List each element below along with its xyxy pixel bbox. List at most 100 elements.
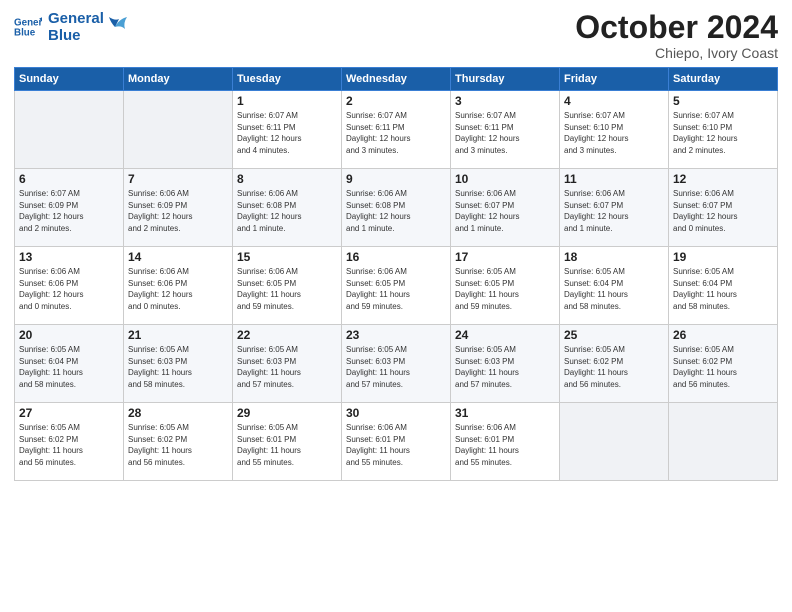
day-number: 15 xyxy=(237,250,337,264)
day-info: Sunrise: 6:05 AM Sunset: 6:03 PM Dayligh… xyxy=(455,344,555,390)
weekday-header-friday: Friday xyxy=(560,68,669,91)
calendar-cell: 13Sunrise: 6:06 AM Sunset: 6:06 PM Dayli… xyxy=(15,247,124,325)
month-title: October 2024 xyxy=(575,10,778,45)
calendar-cell: 16Sunrise: 6:06 AM Sunset: 6:05 PM Dayli… xyxy=(342,247,451,325)
day-number: 3 xyxy=(455,94,555,108)
week-row-1: 6 Sunrise: 6:07 AM Sunset: 6:09 PM Daylig… xyxy=(15,169,778,247)
day-number: 23 xyxy=(346,328,446,342)
day-number: 19 xyxy=(673,250,773,264)
calendar-cell: 18 Sunrise: 6:05 AM Sunset: 6:04 PM Dayli… xyxy=(560,247,669,325)
calendar-cell: 1Sunrise: 6:07 AM Sunset: 6:11 PM Daylig… xyxy=(233,91,342,169)
day-number: 17 xyxy=(455,250,555,264)
calendar-cell: 28 Sunrise: 6:05 AM Sunset: 6:02 PM Dayli… xyxy=(124,403,233,481)
day-number: 5 xyxy=(673,94,773,108)
day-info: Sunrise: 6:05 AM Sunset: 6:05 PM Dayligh… xyxy=(455,266,555,312)
day-info: Sunrise: 6:07 AM Sunset: 6:11 PM Dayligh… xyxy=(455,110,555,156)
logo-blue-text: Blue xyxy=(48,27,104,44)
day-info: Sunrise: 6:07 AM Sunset: 6:09 PM Dayligh… xyxy=(19,188,119,234)
day-info: Sunrise: 6:05 AM Sunset: 6:03 PM Dayligh… xyxy=(237,344,337,390)
calendar-cell: 27Sunrise: 6:05 AM Sunset: 6:02 PM Dayli… xyxy=(15,403,124,481)
day-info: Sunrise: 6:06 AM Sunset: 6:01 PM Dayligh… xyxy=(346,422,446,468)
calendar-cell: 24 Sunrise: 6:05 AM Sunset: 6:03 PM Dayli… xyxy=(451,325,560,403)
calendar-cell: 30 Sunrise: 6:06 AM Sunset: 6:01 PM Dayli… xyxy=(342,403,451,481)
day-number: 9 xyxy=(346,172,446,186)
day-number: 1 xyxy=(237,94,337,108)
calendar-cell: 17 Sunrise: 6:05 AM Sunset: 6:05 PM Dayli… xyxy=(451,247,560,325)
day-info: Sunrise: 6:06 AM Sunset: 6:06 PM Dayligh… xyxy=(128,266,228,312)
day-number: 14 xyxy=(128,250,228,264)
weekday-header-thursday: Thursday xyxy=(451,68,560,91)
weekday-header-monday: Monday xyxy=(124,68,233,91)
weekday-header-row: SundayMondayTuesdayWednesdayThursdayFrid… xyxy=(15,68,778,91)
day-number: 24 xyxy=(455,328,555,342)
day-info: Sunrise: 6:06 AM Sunset: 6:05 PM Dayligh… xyxy=(346,266,446,312)
header: General Blue General Blue xyxy=(14,10,778,61)
day-info: Sunrise: 6:06 AM Sunset: 6:08 PM Dayligh… xyxy=(346,188,446,234)
day-info: Sunrise: 6:05 AM Sunset: 6:02 PM Dayligh… xyxy=(673,344,773,390)
logo: General Blue General Blue xyxy=(14,10,127,45)
calendar-cell: 21 Sunrise: 6:05 AM Sunset: 6:03 PM Dayli… xyxy=(124,325,233,403)
day-number: 11 xyxy=(564,172,664,186)
day-info: Sunrise: 6:05 AM Sunset: 6:02 PM Dayligh… xyxy=(128,422,228,468)
calendar-cell: 4 Sunrise: 6:07 AM Sunset: 6:10 PM Daylig… xyxy=(560,91,669,169)
calendar-cell: 11 Sunrise: 6:06 AM Sunset: 6:07 PM Dayli… xyxy=(560,169,669,247)
calendar-cell: 23Sunrise: 6:05 AM Sunset: 6:03 PM Dayli… xyxy=(342,325,451,403)
day-info: Sunrise: 6:06 AM Sunset: 6:07 PM Dayligh… xyxy=(564,188,664,234)
day-info: Sunrise: 6:05 AM Sunset: 6:02 PM Dayligh… xyxy=(564,344,664,390)
day-number: 29 xyxy=(237,406,337,420)
day-number: 22 xyxy=(237,328,337,342)
calendar-cell: 29 Sunrise: 6:05 AM Sunset: 6:01 PM Dayli… xyxy=(233,403,342,481)
day-info: Sunrise: 6:05 AM Sunset: 6:01 PM Dayligh… xyxy=(237,422,337,468)
day-info: Sunrise: 6:05 AM Sunset: 6:04 PM Dayligh… xyxy=(673,266,773,312)
day-number: 25 xyxy=(564,328,664,342)
day-info: Sunrise: 6:05 AM Sunset: 6:03 PM Dayligh… xyxy=(128,344,228,390)
day-info: Sunrise: 6:06 AM Sunset: 6:01 PM Dayligh… xyxy=(455,422,555,468)
weekday-header-sunday: Sunday xyxy=(15,68,124,91)
calendar-cell xyxy=(560,403,669,481)
calendar-cell: 6 Sunrise: 6:07 AM Sunset: 6:09 PM Daylig… xyxy=(15,169,124,247)
week-row-0: 1 Sunrise: 6:07 AM Sunset: 6:11 PM Daylig… xyxy=(15,91,778,169)
weekday-header-tuesday: Tuesday xyxy=(233,68,342,91)
day-number: 10 xyxy=(455,172,555,186)
week-row-2: 13Sunrise: 6:06 AM Sunset: 6:06 PM Dayli… xyxy=(15,247,778,325)
week-row-3: 20Sunrise: 6:05 AM Sunset: 6:04 PM Dayli… xyxy=(15,325,778,403)
day-number: 27 xyxy=(19,406,119,420)
day-number: 12 xyxy=(673,172,773,186)
day-number: 8 xyxy=(237,172,337,186)
calendar-cell: 31 Sunrise: 6:06 AM Sunset: 6:01 PM Dayli… xyxy=(451,403,560,481)
day-info: Sunrise: 6:07 AM Sunset: 6:10 PM Dayligh… xyxy=(673,110,773,156)
calendar-cell: 10 Sunrise: 6:06 AM Sunset: 6:07 PM Dayli… xyxy=(451,169,560,247)
calendar-body: 1 Sunrise: 6:07 AM Sunset: 6:11 PM Daylig… xyxy=(15,91,778,481)
day-info: Sunrise: 6:07 AM Sunset: 6:10 PM Dayligh… xyxy=(564,110,664,156)
calendar-cell: 19 Sunrise: 6:05 AM Sunset: 6:04 PM Dayli… xyxy=(669,247,778,325)
calendar-cell: 9 Sunrise: 6:06 AM Sunset: 6:08 PM Daylig… xyxy=(342,169,451,247)
calendar-cell: 12Sunrise: 6:06 AM Sunset: 6:07 PM Dayli… xyxy=(669,169,778,247)
calendar-cell xyxy=(15,91,124,169)
bird-icon xyxy=(107,13,127,41)
day-info: Sunrise: 6:06 AM Sunset: 6:07 PM Dayligh… xyxy=(455,188,555,234)
calendar-cell: 25 Sunrise: 6:05 AM Sunset: 6:02 PM Dayli… xyxy=(560,325,669,403)
day-number: 28 xyxy=(128,406,228,420)
day-info: Sunrise: 6:05 AM Sunset: 6:04 PM Dayligh… xyxy=(19,344,119,390)
day-number: 31 xyxy=(455,406,555,420)
day-number: 6 xyxy=(19,172,119,186)
weekday-header-wednesday: Wednesday xyxy=(342,68,451,91)
day-info: Sunrise: 6:06 AM Sunset: 6:09 PM Dayligh… xyxy=(128,188,228,234)
calendar-cell: 5 Sunrise: 6:07 AM Sunset: 6:10 PM Daylig… xyxy=(669,91,778,169)
calendar-cell: 15 Sunrise: 6:06 AM Sunset: 6:05 PM Dayli… xyxy=(233,247,342,325)
location-subtitle: Chiepo, Ivory Coast xyxy=(575,45,778,61)
day-number: 4 xyxy=(564,94,664,108)
day-number: 18 xyxy=(564,250,664,264)
calendar-cell: 14 Sunrise: 6:06 AM Sunset: 6:06 PM Dayli… xyxy=(124,247,233,325)
calendar-cell: 7Sunrise: 6:06 AM Sunset: 6:09 PM Daylig… xyxy=(124,169,233,247)
day-info: Sunrise: 6:06 AM Sunset: 6:05 PM Dayligh… xyxy=(237,266,337,312)
calendar-table: SundayMondayTuesdayWednesdayThursdayFrid… xyxy=(14,67,778,481)
day-info: Sunrise: 6:06 AM Sunset: 6:06 PM Dayligh… xyxy=(19,266,119,312)
calendar-container: General Blue General Blue xyxy=(0,0,792,612)
day-number: 2 xyxy=(346,94,446,108)
day-number: 21 xyxy=(128,328,228,342)
logo-bird-icon: General Blue xyxy=(14,13,42,41)
day-number: 30 xyxy=(346,406,446,420)
svg-text:Blue: Blue xyxy=(14,28,36,39)
day-info: Sunrise: 6:05 AM Sunset: 6:04 PM Dayligh… xyxy=(564,266,664,312)
